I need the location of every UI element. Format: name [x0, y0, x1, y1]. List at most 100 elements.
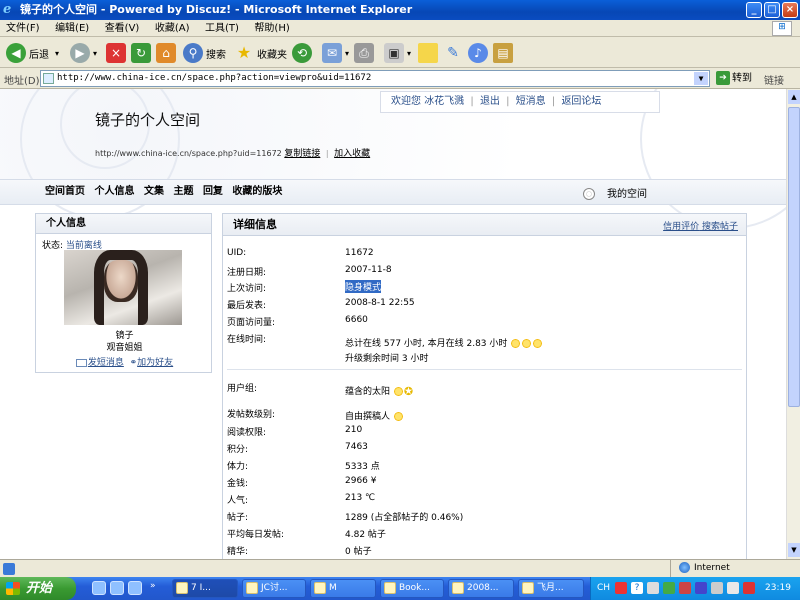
- credit-link[interactable]: 信用评价: [663, 222, 699, 232]
- quicklaunch-more-icon[interactable]: »: [150, 581, 156, 591]
- header-links: 信用评价 搜索帖子: [663, 219, 738, 232]
- quicklaunch-media-icon[interactable]: [128, 581, 142, 595]
- start-button[interactable]: 开始: [0, 577, 76, 600]
- help-icon[interactable]: ?: [631, 582, 643, 594]
- task-window[interactable]: JC讨...: [242, 579, 306, 598]
- detail-label: 帖子:: [227, 513, 249, 523]
- add-favorite-link[interactable]: 加入收藏: [334, 149, 370, 159]
- edit-dropdown-icon[interactable]: ▾: [407, 49, 411, 58]
- menu-view[interactable]: 查看(V): [99, 20, 146, 37]
- back-button[interactable]: ◀ 后退 ▾: [6, 42, 59, 64]
- home-button[interactable]: ⌂: [156, 42, 179, 64]
- refresh-button[interactable]: ↻: [131, 42, 154, 64]
- task-window[interactable]: Book...: [380, 579, 444, 598]
- tray-app-icon[interactable]: [615, 582, 627, 594]
- nav-space-home[interactable]: 空间首页: [45, 186, 85, 197]
- logout-link[interactable]: 退出: [480, 96, 500, 107]
- page-content: 欢迎您 冰花飞溅 | 退出 | 短消息 | 返回论坛 镜子的个人空间 http:…: [0, 89, 786, 559]
- refresh-icon: ↻: [131, 43, 151, 63]
- task-ie-window[interactable]: 7 I...: [172, 579, 238, 598]
- nav-fav-boards[interactable]: 收藏的版块: [232, 186, 282, 197]
- scroll-up-icon[interactable]: ▲: [788, 90, 800, 104]
- avatar[interactable]: [64, 250, 182, 325]
- forward-button[interactable]: ▶ ▾: [70, 42, 97, 64]
- nav-replies[interactable]: 回复: [203, 186, 223, 197]
- search-button[interactable]: ⚲ 搜索: [183, 42, 226, 64]
- task-label: Book...: [399, 583, 430, 593]
- scroll-thumb[interactable]: [788, 107, 800, 407]
- maximize-button[interactable]: □: [764, 2, 780, 18]
- menu-help[interactable]: 帮助(H): [248, 20, 295, 37]
- messenger-button[interactable]: ✎: [443, 42, 466, 64]
- menu-favorites[interactable]: 收藏(A): [149, 20, 196, 37]
- my-space-link[interactable]: 我的空间: [583, 185, 647, 200]
- folder-button[interactable]: [418, 42, 441, 64]
- scroll-down-icon[interactable]: ▼: [788, 543, 800, 557]
- security-icon[interactable]: [743, 582, 755, 594]
- quicklaunch-ie-icon[interactable]: [92, 581, 106, 595]
- menu-tools[interactable]: 工具(T): [199, 20, 245, 37]
- language-indicator[interactable]: CH: [597, 577, 610, 600]
- sun-icon: [508, 336, 524, 351]
- vertical-scrollbar[interactable]: ▲ ▼: [786, 89, 800, 559]
- stop-button[interactable]: ×: [106, 42, 129, 64]
- task-label: 2008...: [467, 583, 499, 593]
- go-button[interactable]: ➔ 转到: [716, 70, 752, 87]
- message-icon: [75, 358, 87, 367]
- detail-value: 6660: [345, 315, 368, 325]
- nav-topics[interactable]: 主题: [173, 186, 193, 197]
- welcome-text: 欢迎您: [391, 96, 421, 107]
- tray-app-icon[interactable]: [647, 582, 659, 594]
- sun-icon: [519, 336, 535, 351]
- detail-label: UID:: [227, 248, 247, 258]
- zone-label: Internet: [694, 563, 730, 573]
- username-link[interactable]: 冰花飞溅: [424, 96, 464, 107]
- tray-app-icon[interactable]: [695, 582, 707, 594]
- mail-button[interactable]: ✉ ▾: [322, 42, 349, 64]
- detail-label: 用户组:: [227, 384, 258, 394]
- add-friend-link[interactable]: 加为好友: [137, 358, 173, 368]
- send-message-link[interactable]: 发短消息: [88, 358, 124, 368]
- minimize-button[interactable]: _: [746, 2, 762, 18]
- search-posts-link[interactable]: 搜索帖子: [702, 222, 738, 232]
- task-window[interactable]: 2008...: [448, 579, 514, 598]
- sun-icon: [530, 336, 546, 351]
- header-decoration: [640, 89, 786, 229]
- research-button[interactable]: ▤: [493, 42, 516, 64]
- messages-link[interactable]: 短消息: [516, 96, 546, 107]
- edit-button[interactable]: ▣ ▾: [384, 42, 411, 64]
- back-icon: ◀: [6, 43, 26, 63]
- sun-icon: [390, 384, 406, 399]
- forward-dropdown-icon[interactable]: ▾: [93, 49, 97, 58]
- nav-profile[interactable]: 个人信息: [94, 186, 134, 197]
- back-dropdown-icon[interactable]: ▾: [55, 49, 59, 58]
- detail-label: 页面访问量:: [227, 318, 276, 328]
- print-button[interactable]: ⎙: [354, 42, 377, 64]
- volume-icon[interactable]: [727, 582, 739, 594]
- task-window[interactable]: 飞月...: [518, 579, 584, 598]
- mail-dropdown-icon[interactable]: ▾: [345, 49, 349, 58]
- favorites-button[interactable]: ★ 收藏夹: [234, 42, 287, 64]
- menu-file[interactable]: 文件(F): [0, 20, 46, 37]
- print-icon: ⎙: [354, 43, 374, 63]
- address-dropdown-icon[interactable]: ▼: [694, 72, 708, 85]
- stop-icon: ×: [106, 43, 126, 63]
- links-button[interactable]: 链接: [764, 72, 784, 87]
- upgrade-time: 升级剩余时间 3 小时: [345, 354, 429, 364]
- window-titlebar[interactable]: e 镜子的个人空间 - Powered by Discuz! - Microso…: [0, 0, 800, 20]
- media-button[interactable]: ♪: [468, 42, 491, 64]
- tray-app-icon[interactable]: [663, 582, 675, 594]
- close-button[interactable]: ×: [782, 2, 798, 18]
- menu-edit[interactable]: 编辑(E): [49, 20, 95, 37]
- quicklaunch-desktop-icon[interactable]: [110, 581, 124, 595]
- back-forum-link[interactable]: 返回论坛: [561, 96, 601, 107]
- network-icon[interactable]: [711, 582, 723, 594]
- tray-app-icon[interactable]: [679, 582, 691, 594]
- task-window[interactable]: M: [310, 579, 376, 598]
- copy-link[interactable]: 复制链接: [284, 149, 320, 159]
- detail-value: 1289 (占全部帖子的 0.46%): [345, 513, 464, 523]
- address-input[interactable]: http://www.china-ice.cn/space.php?action…: [40, 70, 710, 87]
- nav-articles[interactable]: 文集: [144, 186, 164, 197]
- history-button[interactable]: ⟲: [292, 42, 315, 64]
- clock[interactable]: 23:19: [765, 577, 791, 600]
